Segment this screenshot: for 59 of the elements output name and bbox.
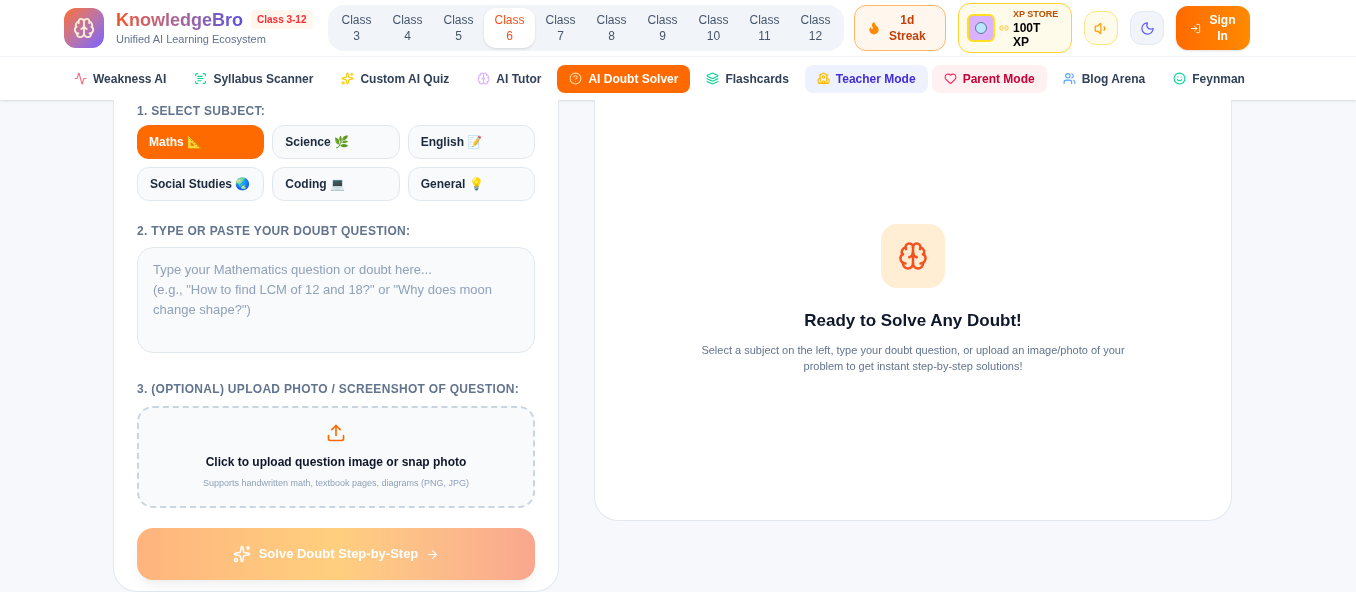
- subject-option[interactable]: Social Studies 🌏: [137, 167, 265, 201]
- subject-option[interactable]: Science 🌿: [272, 125, 400, 159]
- xp-store-button[interactable]: XP STORE 100T XP: [958, 3, 1072, 53]
- nav-tab[interactable]: Syllabus Scanner: [182, 64, 326, 93]
- result-title: Ready to Solve Any Doubt!: [804, 310, 1022, 332]
- class-tab[interactable]: Class 7: [535, 8, 586, 48]
- avatar-icon: [967, 14, 995, 42]
- brain-icon: [881, 224, 945, 288]
- help-icon: [569, 72, 583, 85]
- users-icon: [1062, 72, 1076, 85]
- section-label: 3. (OPTIONAL) UPLOAD PHOTO / SCREENSHOT OF QUESTION:: [137, 381, 521, 398]
- arrow-right-icon: [426, 547, 440, 561]
- login-icon: [1189, 22, 1201, 34]
- flame-icon: [867, 21, 881, 35]
- class-tab[interactable]: Class 3: [331, 8, 382, 48]
- class-tab[interactable]: Class 5: [433, 8, 484, 48]
- subject-option[interactable]: General 💡: [407, 167, 535, 201]
- sound-button[interactable]: [1084, 11, 1118, 45]
- moon-icon: [1139, 20, 1155, 36]
- nav-tab[interactable]: Flashcards: [694, 64, 801, 93]
- class-tab[interactable]: Class 8: [586, 8, 637, 48]
- class-range-badge: Class 3-12: [251, 10, 313, 30]
- nav-tab[interactable]: AI Tutor: [465, 64, 554, 93]
- streak-button[interactable]: 1d Streak: [854, 5, 946, 51]
- class-tab[interactable]: Class 11: [739, 8, 790, 48]
- section-label: 1. SELECT SUBJECT:: [137, 103, 267, 120]
- pulse-icon: [74, 72, 87, 85]
- smile-icon: [1173, 72, 1187, 85]
- school-icon: [816, 72, 830, 85]
- class-tab[interactable]: Class 6: [484, 8, 535, 48]
- nav-tab[interactable]: Blog Arena: [1050, 64, 1158, 93]
- sparkle-icon: [232, 545, 251, 563]
- subject-option[interactable]: English 📝: [407, 125, 535, 159]
- class-tab[interactable]: Class 9: [637, 8, 688, 48]
- layers-icon: [706, 72, 720, 85]
- nav-tab[interactable]: Weakness AI: [62, 64, 179, 93]
- nav-tab[interactable]: Feynman: [1161, 64, 1257, 93]
- brain-icon: [477, 72, 491, 85]
- nav-tab[interactable]: Parent Mode: [931, 64, 1047, 93]
- result-description: Select a subject on the left, type your doubt question, or upload an image/photo of your problem to get instant step-by-step solutions!: [700, 342, 1126, 374]
- sparkle-icon: [341, 72, 355, 85]
- upload-title: Click to upload question image or snap photo: [205, 454, 467, 472]
- scan-icon: [194, 72, 208, 85]
- upload-area[interactable]: Click to upload question image or snap photo Supports handwritten math, textbook pages, diagrams (PNG, JPG): [137, 406, 535, 508]
- heart-icon: [943, 72, 957, 85]
- brand-tagline: Unified AI Learning Ecosystem: [116, 32, 267, 47]
- upload-hint: Supports handwritten math, textbook pages, diagrams (PNG, JPG): [202, 477, 470, 491]
- class-tab[interactable]: Class 10: [688, 8, 739, 48]
- nav-tab[interactable]: Custom AI Quiz: [329, 64, 462, 93]
- subject-option[interactable]: Coding 💻: [272, 167, 400, 201]
- link-icon: [999, 23, 1009, 33]
- class-tab[interactable]: Class 4: [382, 8, 433, 48]
- dark-mode-button[interactable]: [1130, 11, 1164, 45]
- question-field[interactable]: Type your Mathematics question or doubt here... (e.g., "How to find LCM of 12 and 18?" or "Why does moon change shape?"): [137, 247, 535, 353]
- upload-icon: [326, 423, 346, 444]
- class-tab[interactable]: Class 12: [790, 8, 841, 48]
- nav-tab[interactable]: Teacher Mode: [804, 64, 928, 93]
- brain-logo-icon: [64, 8, 104, 48]
- section-label: 2. TYPE OR PASTE YOUR DOUBT QUESTION:: [137, 223, 412, 240]
